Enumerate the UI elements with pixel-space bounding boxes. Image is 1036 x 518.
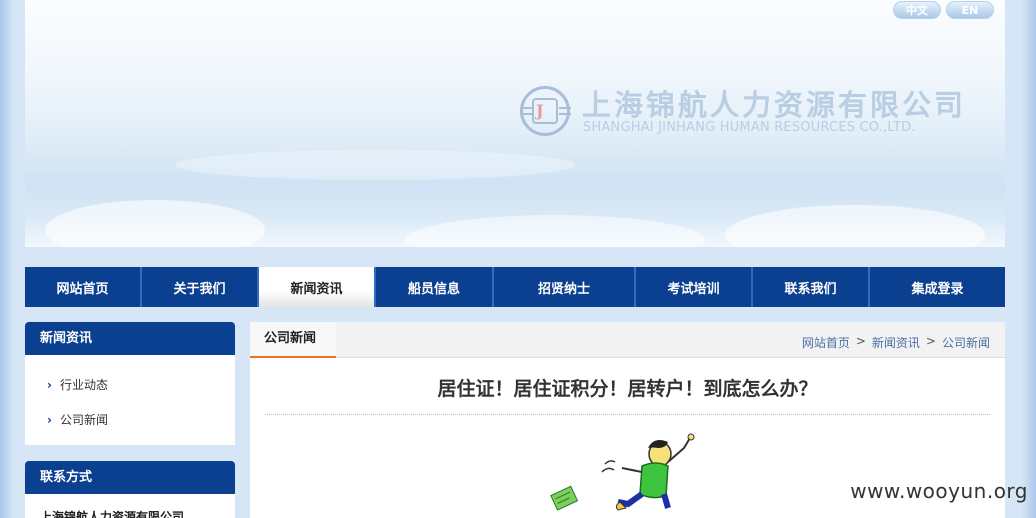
- watermark-text: www.wooyun.org: [850, 479, 1028, 503]
- sidebar-item-company-news[interactable]: › 公司新闻: [25, 402, 235, 437]
- header-banner: 中文 EN J 上海锦航人力资源有限公司 SHANGHAI JINHANG HU…: [25, 0, 1005, 247]
- nav-item-news[interactable]: 新闻资讯: [259, 267, 376, 307]
- breadcrumb-separator: >: [855, 334, 866, 348]
- sidebar-item-industry[interactable]: › 行业动态: [25, 367, 235, 402]
- nav-item-home[interactable]: 网站首页: [25, 267, 142, 307]
- sidebar-news-box: 新闻资讯 › 行业动态 › 公司新闻: [25, 322, 235, 445]
- cloud-decoration: [725, 205, 985, 247]
- contact-company-name: 上海锦航人力资源有限公司: [40, 510, 185, 518]
- breadcrumb: 网站首页 > 新闻资讯 > 公司新闻: [802, 334, 990, 351]
- breadcrumb-news[interactable]: 新闻资讯: [872, 334, 920, 351]
- sidebar-contact-title: 联系方式: [25, 461, 235, 494]
- nav-item-crew[interactable]: 船员信息: [376, 267, 494, 307]
- lang-cn-button[interactable]: 中文: [893, 1, 941, 19]
- sidebar-contact-box: 联系方式 上海锦航人力资源有限公司: [25, 461, 235, 518]
- breadcrumb-company-news[interactable]: 公司新闻: [942, 334, 990, 351]
- sidebar-item-label: 公司新闻: [59, 413, 108, 427]
- main-nav: 网站首页 关于我们 新闻资讯 船员信息 招贤纳士 考试培训 联系我们 集成登录: [25, 267, 1005, 307]
- title-divider: [265, 414, 990, 415]
- breadcrumb-separator: >: [925, 334, 936, 348]
- chevron-right-icon: ›: [47, 412, 52, 427]
- cloud-decoration: [45, 200, 265, 247]
- cloud-decoration: [405, 215, 705, 247]
- sidebar-news-title: 新闻资讯: [25, 322, 235, 355]
- breadcrumb-home[interactable]: 网站首页: [802, 334, 850, 351]
- main-header: 公司新闻 网站首页 > 新闻资讯 > 公司新闻: [250, 322, 1005, 358]
- nav-item-login[interactable]: 集成登录: [870, 267, 1005, 307]
- lang-en-button[interactable]: EN: [946, 1, 994, 19]
- nav-item-training[interactable]: 考试培训: [636, 267, 753, 307]
- company-logo-icon: J: [520, 86, 571, 136]
- brand-name-cn: 上海锦航人力资源有限公司: [582, 88, 967, 122]
- sidebar-item-label: 行业动态: [59, 378, 108, 392]
- nav-item-contact[interactable]: 联系我们: [753, 267, 870, 307]
- article-title: 居住证！居住证积分！居转户！到底怎么办？: [437, 378, 818, 400]
- tab-company-news[interactable]: 公司新闻: [250, 322, 336, 358]
- cloud-decoration: [175, 150, 575, 180]
- brand-name-en: SHANGHAI JINHANG HUMAN RESOURCES CO.,LTD…: [583, 120, 916, 135]
- nav-item-recruit[interactable]: 招贤纳士: [494, 267, 636, 307]
- cartoon-illustration: [550, 433, 695, 511]
- nav-item-about[interactable]: 关于我们: [142, 267, 259, 307]
- chevron-right-icon: ›: [47, 377, 52, 392]
